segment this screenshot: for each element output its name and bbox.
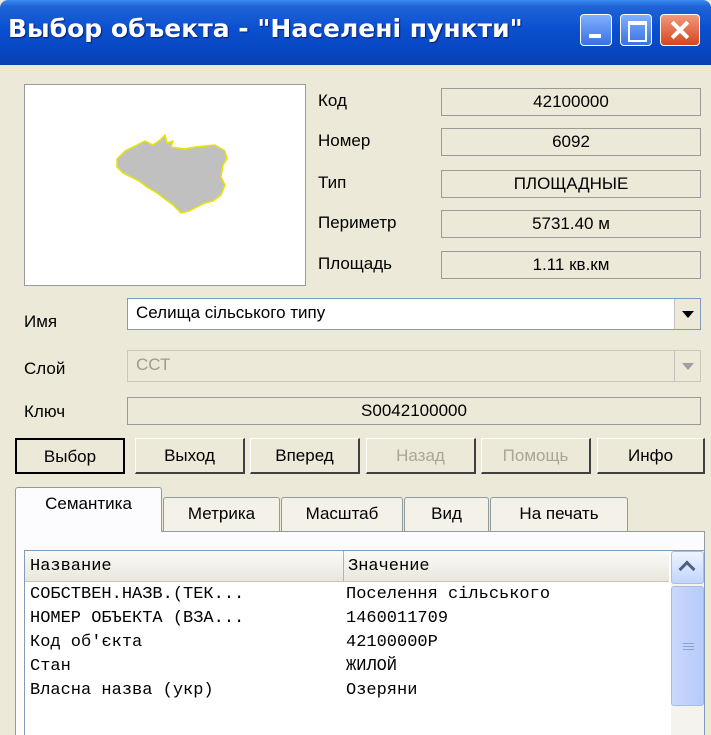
table-row[interactable]: Власна назва (укр) Озеряни [25, 681, 665, 705]
layer-combobox: ССТ [127, 350, 701, 382]
type-field: ПЛОЩАДНЫЕ [441, 170, 701, 198]
number-label: Номер [318, 131, 371, 150]
layer-label: Слой [24, 359, 66, 378]
key-label: Ключ [24, 402, 66, 421]
back-button: Назад [366, 438, 476, 474]
column-separator[interactable] [343, 551, 344, 581]
column-header-name[interactable]: Название [30, 557, 112, 576]
key-field: S0042100000 [127, 397, 701, 425]
perimeter-label: Периметр [318, 213, 397, 232]
maximize-button[interactable] [620, 14, 652, 46]
object-selection-window: Выбор объекта - "Населені пункти" Код 42… [0, 0, 711, 735]
row-value-cell: 1460011709 [346, 609, 449, 628]
close-button[interactable] [660, 14, 700, 46]
grid-body: СОБСТВЕН.НАЗВ.(ТЕК... Поселення сільсько… [25, 585, 665, 705]
type-label: Тип [318, 173, 347, 192]
scrollbar-thumb[interactable] [671, 586, 704, 706]
row-value-cell: ЖИЛОЙ [346, 657, 398, 676]
name-combobox[interactable]: Селища сільського типу [127, 298, 701, 330]
title-bar[interactable]: Выбор объекта - "Населені пункти" [0, 0, 711, 65]
row-value-cell: Поселення сільського [346, 585, 551, 604]
tab-scale[interactable]: Масштаб [281, 497, 403, 531]
minimize-button[interactable] [580, 14, 612, 46]
tab-print[interactable]: На печать [490, 497, 628, 531]
name-dropdown-arrow-icon[interactable] [674, 299, 700, 329]
row-name-cell: Власна назва (укр) [30, 681, 214, 700]
forward-button[interactable]: Вперед [250, 438, 360, 474]
row-name-cell: СОБСТВЕН.НАЗВ.(ТЕК... [30, 585, 245, 604]
row-name-cell: Код об'єкта [30, 633, 143, 652]
grip-line [683, 643, 694, 644]
object-preview [24, 84, 306, 286]
window-title: Выбор объекта - "Населені пункти" [8, 14, 523, 43]
area-field: 1.11 кв.км [441, 251, 701, 279]
code-field: 42100000 [441, 88, 701, 116]
area-label: Площадь [318, 254, 393, 273]
vertical-scrollbar[interactable] [671, 551, 704, 735]
object-shape-icon [116, 133, 228, 214]
info-button[interactable]: Инфо [597, 438, 705, 474]
table-row[interactable]: НОМЕР ОБЪЕКТА (ВЗА... 1460011709 [25, 609, 665, 633]
row-name-cell: Стан [30, 657, 71, 676]
code-label: Код [318, 91, 347, 110]
semantics-grid[interactable]: Название Значение СОБСТВЕН.НАЗВ.(ТЕК... … [24, 550, 705, 735]
help-button: Помощь [481, 438, 591, 474]
column-header-value[interactable]: Значение [348, 557, 430, 576]
perimeter-field: 5731.40 м [441, 210, 701, 238]
row-value-cell: 42100000Р [346, 633, 438, 652]
scroll-up-arrow-icon[interactable] [671, 551, 704, 584]
row-name-cell: НОМЕР ОБЪЕКТА (ВЗА... [30, 609, 245, 628]
grip-line [683, 646, 694, 647]
table-row[interactable]: Код об'єкта 42100000Р [25, 633, 665, 657]
name-label: Имя [24, 312, 58, 331]
grid-header: Название Значение [25, 551, 669, 582]
row-value-cell: Озеряни [346, 681, 418, 700]
tab-metrics[interactable]: Метрика [163, 497, 280, 531]
select-button[interactable]: Выбор [15, 438, 125, 474]
layer-dropdown-arrow-icon [674, 351, 700, 381]
name-combobox-value: Селища сільського типу [136, 303, 326, 322]
tab-semantics[interactable]: Семантика [15, 487, 162, 532]
exit-button[interactable]: Выход [135, 438, 245, 474]
layer-combobox-value: ССТ [136, 355, 171, 374]
table-row[interactable]: Стан ЖИЛОЙ [25, 657, 665, 681]
tab-view[interactable]: Вид [404, 497, 489, 531]
table-row[interactable]: СОБСТВЕН.НАЗВ.(ТЕК... Поселення сільсько… [25, 585, 665, 609]
number-field: 6092 [441, 128, 701, 156]
grip-line [683, 649, 694, 650]
